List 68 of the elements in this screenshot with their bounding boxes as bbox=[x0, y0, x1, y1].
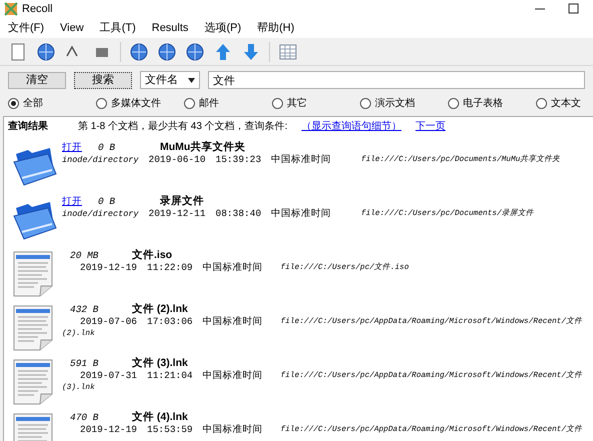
file-size: 432 B bbox=[70, 302, 100, 317]
file-size: 591 B bbox=[70, 356, 100, 371]
table-icon[interactable] bbox=[278, 42, 298, 62]
file-time: 15:53:59 bbox=[147, 423, 193, 438]
file-size: 0 B bbox=[98, 194, 116, 209]
search-button[interactable]: 搜索 bbox=[74, 72, 132, 88]
clear-button[interactable]: 清空 bbox=[8, 72, 66, 88]
file-time: 15:39:23 bbox=[216, 153, 262, 168]
file-date: 2019-06-10 bbox=[148, 153, 206, 168]
menu-item[interactable]: View bbox=[60, 20, 84, 36]
results-summary: 第 1-8 个文档，最少共有 43 个文档，查询条件: bbox=[78, 120, 288, 134]
filter-radio[interactable]: 电子表格 bbox=[448, 96, 536, 110]
mime-type: inode/directory bbox=[62, 154, 139, 167]
file-date: 2019-07-06 bbox=[80, 315, 138, 329]
mime-type: inode/directory bbox=[62, 208, 139, 221]
file-date: 2019-12-19 bbox=[80, 261, 138, 276]
document-icon bbox=[12, 304, 54, 352]
file-date: 2019-12-19 bbox=[80, 423, 138, 438]
file-date: 2019-12-11 bbox=[148, 207, 206, 222]
menu-item[interactable]: 文件(F) bbox=[8, 20, 44, 36]
menu-item[interactable]: Results bbox=[152, 20, 188, 36]
globe-icon[interactable] bbox=[185, 42, 205, 62]
file-size: 470 B bbox=[70, 410, 100, 425]
document-icon bbox=[12, 250, 54, 298]
search-field[interactable]: 文件 bbox=[208, 71, 585, 89]
file-title: 文件 (3).lnk bbox=[132, 356, 188, 372]
file-title: MuMu共享文件夹 bbox=[160, 140, 246, 156]
time-zone: 中国标准时间 bbox=[202, 261, 264, 276]
file-title: 文件.iso bbox=[132, 248, 172, 264]
time-zone: 中国标准时间 bbox=[271, 153, 332, 168]
up-arrow-icon[interactable] bbox=[213, 42, 233, 62]
file-size: 0 B bbox=[98, 140, 116, 155]
document-icon bbox=[12, 358, 54, 406]
open-link[interactable]: 打开 bbox=[62, 194, 82, 210]
time-zone: 中国标准时间 bbox=[271, 207, 332, 222]
filter-radio[interactable]: 全部 bbox=[8, 96, 96, 110]
app-logo-icon bbox=[4, 2, 18, 16]
file-size: 20 MB bbox=[70, 248, 100, 263]
time-zone: 中国标准时间 bbox=[202, 315, 264, 330]
menu-item[interactable]: 帮助(H) bbox=[257, 20, 294, 36]
filter-radio[interactable]: 文本文 bbox=[536, 96, 593, 110]
file-time: 17:03:06 bbox=[147, 315, 193, 330]
time-zone: 中国标准时间 bbox=[202, 369, 264, 384]
file-title: 文件 (2).lnk bbox=[132, 302, 188, 318]
file-time: 11:22:09 bbox=[147, 261, 193, 276]
file-time: 08:38:40 bbox=[216, 207, 262, 222]
filter-radio[interactable]: 邮件 bbox=[184, 96, 272, 110]
results-heading: 查询结果 bbox=[8, 120, 48, 134]
file-title: 录屏文件 bbox=[160, 194, 204, 210]
globe-icon[interactable] bbox=[36, 42, 56, 62]
filter-radio[interactable]: 其它 bbox=[272, 96, 360, 110]
globe-icon[interactable] bbox=[157, 42, 177, 62]
file-date: 2019-07-31 bbox=[80, 369, 138, 383]
filter-radio[interactable]: 多媒体文件 bbox=[96, 96, 184, 110]
filter-radio[interactable]: 演示文档 bbox=[360, 96, 448, 110]
file-time: 11:21:04 bbox=[147, 369, 193, 384]
search-mode-dropdown[interactable]: 文件名 bbox=[140, 71, 200, 89]
menu-item[interactable]: 工具(T) bbox=[100, 20, 136, 36]
next-page-link[interactable]: 下一页 bbox=[415, 119, 446, 134]
window-title: Recoll bbox=[22, 2, 53, 17]
down-arrow-icon[interactable] bbox=[241, 42, 261, 62]
menu-item[interactable]: 选项(P) bbox=[204, 20, 242, 36]
open-link[interactable]: 打开 bbox=[62, 140, 82, 156]
globe-icon[interactable] bbox=[129, 42, 149, 62]
time-zone: 中国标准时间 bbox=[202, 423, 264, 438]
details-link[interactable]: （显示查询语句细节） bbox=[301, 119, 402, 134]
caret-icon bbox=[188, 78, 195, 82]
file-title: 文件 (4).lnk bbox=[132, 410, 188, 426]
